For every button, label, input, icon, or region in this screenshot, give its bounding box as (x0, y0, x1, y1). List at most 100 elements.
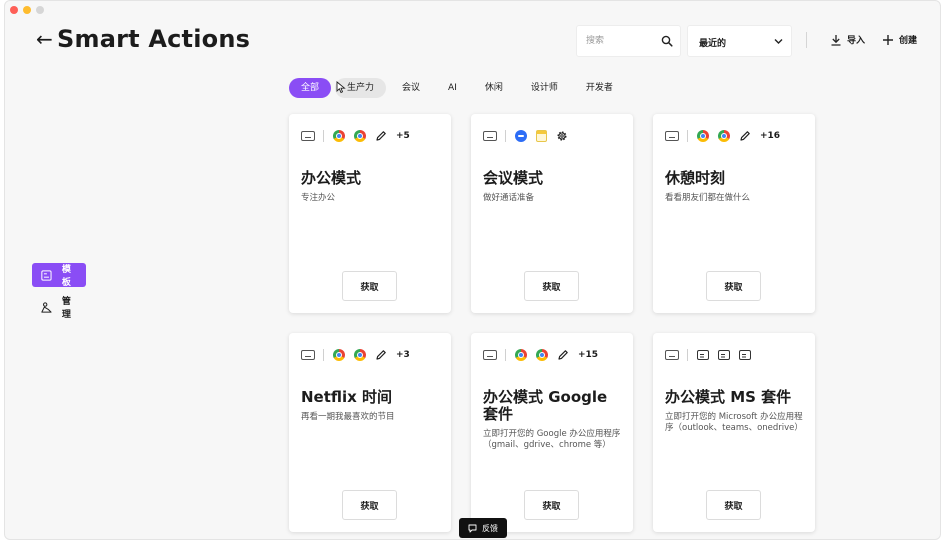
card-app-icons (665, 348, 760, 362)
get-button[interactable]: 获取 (706, 271, 761, 301)
chrome-icon (333, 349, 345, 361)
create-button-label: 创建 (899, 36, 918, 46)
window-icon (718, 350, 730, 360)
mouse-cursor-icon (336, 81, 346, 94)
app-window: ← Smart Actions 最近的 导入 创建 全部 生产力 会议 (4, 0, 941, 540)
keyboard-icon (483, 350, 497, 360)
pencil-icon (376, 131, 386, 141)
filter-chip-all[interactable]: 全部 (289, 78, 332, 98)
action-card-office-ms-suite: 办公模式 MS 套件 立即打开您的 Microsoft 办公应用程序（outlo… (653, 333, 815, 532)
card-description: 立即打开您的 Google 办公应用程序（gmail、gdrive、chrome… (483, 429, 621, 450)
import-button-label: 导入 (847, 36, 866, 46)
create-button[interactable]: 创建 (882, 33, 917, 46)
icon-divider (323, 130, 324, 142)
manage-icon (41, 301, 52, 313)
template-icon (41, 269, 52, 281)
card-title: 会议模式 (483, 169, 544, 187)
chrome-icon (354, 130, 366, 142)
icon-divider (505, 349, 506, 361)
keyboard-icon (665, 131, 679, 141)
gear-icon (557, 131, 567, 141)
more-apps-count: +3 (396, 350, 410, 360)
filter-chip-leisure[interactable]: 休闲 (473, 78, 515, 98)
card-description: 再看一期我最喜欢的节目 (301, 412, 395, 422)
page-title: Smart Actions (57, 25, 251, 53)
window-icon (739, 350, 751, 360)
filter-chip-ai[interactable]: AI (436, 78, 469, 98)
chrome-icon (718, 130, 730, 142)
card-app-icons: +15 (483, 348, 598, 362)
search-icon[interactable] (661, 35, 673, 47)
card-title: 休憩时刻 (665, 169, 726, 187)
filter-chip-meetings[interactable]: 会议 (390, 78, 432, 98)
plus-icon (883, 34, 893, 45)
search-input[interactable] (577, 26, 655, 56)
chrome-icon (354, 349, 366, 361)
icon-divider (505, 130, 506, 142)
card-description: 看看朋友们都在做什么 (665, 193, 751, 203)
sort-dropdown[interactable]: 最近的 (687, 25, 792, 57)
sidebar-item-manage[interactable]: 管理 (32, 295, 86, 320)
get-button[interactable]: 获取 (342, 271, 397, 301)
feedback-button[interactable]: 反馈 (459, 518, 507, 538)
card-title: 办公模式 MS 套件 (665, 388, 792, 406)
window-icon (697, 350, 709, 360)
chrome-icon (515, 349, 527, 361)
more-apps-count: +5 (396, 131, 410, 141)
action-card-office-google-suite: +15 办公模式 Google 套件 立即打开您的 Google 办公应用程序（… (471, 333, 633, 532)
card-title: Netflix 时间 (301, 388, 393, 406)
icon-divider (323, 349, 324, 361)
pencil-icon (558, 350, 568, 360)
search-box[interactable] (576, 25, 681, 57)
notes-icon (536, 130, 547, 142)
action-card-break-time: +16 休憩时刻 看看朋友们都在做什么 获取 (653, 114, 815, 313)
sidebar-item-label: 模板 (61, 265, 71, 288)
zoom-window-button[interactable] (36, 6, 44, 14)
card-description: 立即打开您的 Microsoft 办公应用程序（outlook、teams、on… (665, 412, 803, 433)
download-icon (831, 34, 841, 46)
get-button[interactable]: 获取 (706, 490, 761, 520)
card-app-icons: +3 (301, 348, 410, 362)
toolbar-divider (806, 32, 807, 48)
chat-icon (468, 524, 477, 532)
sidebar: 模板 管理 (32, 263, 86, 320)
pencil-icon (740, 131, 750, 141)
sort-dropdown-label: 最近的 (699, 39, 727, 49)
icon-divider (687, 130, 688, 142)
sidebar-item-templates[interactable]: 模板 (32, 263, 86, 288)
icon-divider (687, 349, 688, 361)
chrome-icon (697, 130, 709, 142)
keyboard-icon (301, 350, 315, 360)
close-window-button[interactable] (10, 6, 18, 14)
keyboard-icon (665, 350, 679, 360)
card-description: 做好通话准备 (483, 193, 535, 203)
minimize-window-button[interactable] (23, 6, 31, 14)
arrow-left-icon[interactable]: ← (36, 28, 53, 50)
more-apps-count: +16 (760, 131, 781, 141)
card-description: 专注办公 (301, 193, 336, 203)
filter-chip-designer[interactable]: 设计师 (519, 78, 570, 98)
action-card-office-mode: +5 办公模式 专注办公 获取 (289, 114, 451, 313)
keyboard-icon (301, 131, 315, 141)
get-button[interactable]: 获取 (524, 490, 579, 520)
get-button[interactable]: 获取 (342, 490, 397, 520)
card-title: 办公模式 Google 套件 (483, 388, 608, 423)
pencil-icon (376, 350, 386, 360)
feedback-button-label: 反馈 (482, 523, 498, 533)
action-card-netflix-time: +3 Netflix 时间 再看一期我最喜欢的节目 获取 (289, 333, 451, 532)
zoom-icon (515, 130, 527, 142)
filter-chip-developer[interactable]: 开发者 (574, 78, 625, 98)
action-card-meeting-mode: 会议模式 做好通话准备 获取 (471, 114, 633, 313)
chevron-down-icon (774, 39, 783, 44)
card-app-icons: +16 (665, 129, 780, 143)
more-apps-count: +15 (578, 350, 599, 360)
window-controls (10, 6, 44, 14)
chrome-icon (536, 349, 548, 361)
card-app-icons: +5 (301, 129, 410, 143)
card-app-icons (483, 129, 577, 143)
chrome-icon (333, 130, 345, 142)
import-button[interactable]: 导入 (830, 33, 865, 46)
sidebar-item-label: 管理 (61, 297, 71, 320)
keyboard-icon (483, 131, 497, 141)
get-button[interactable]: 获取 (524, 271, 579, 301)
